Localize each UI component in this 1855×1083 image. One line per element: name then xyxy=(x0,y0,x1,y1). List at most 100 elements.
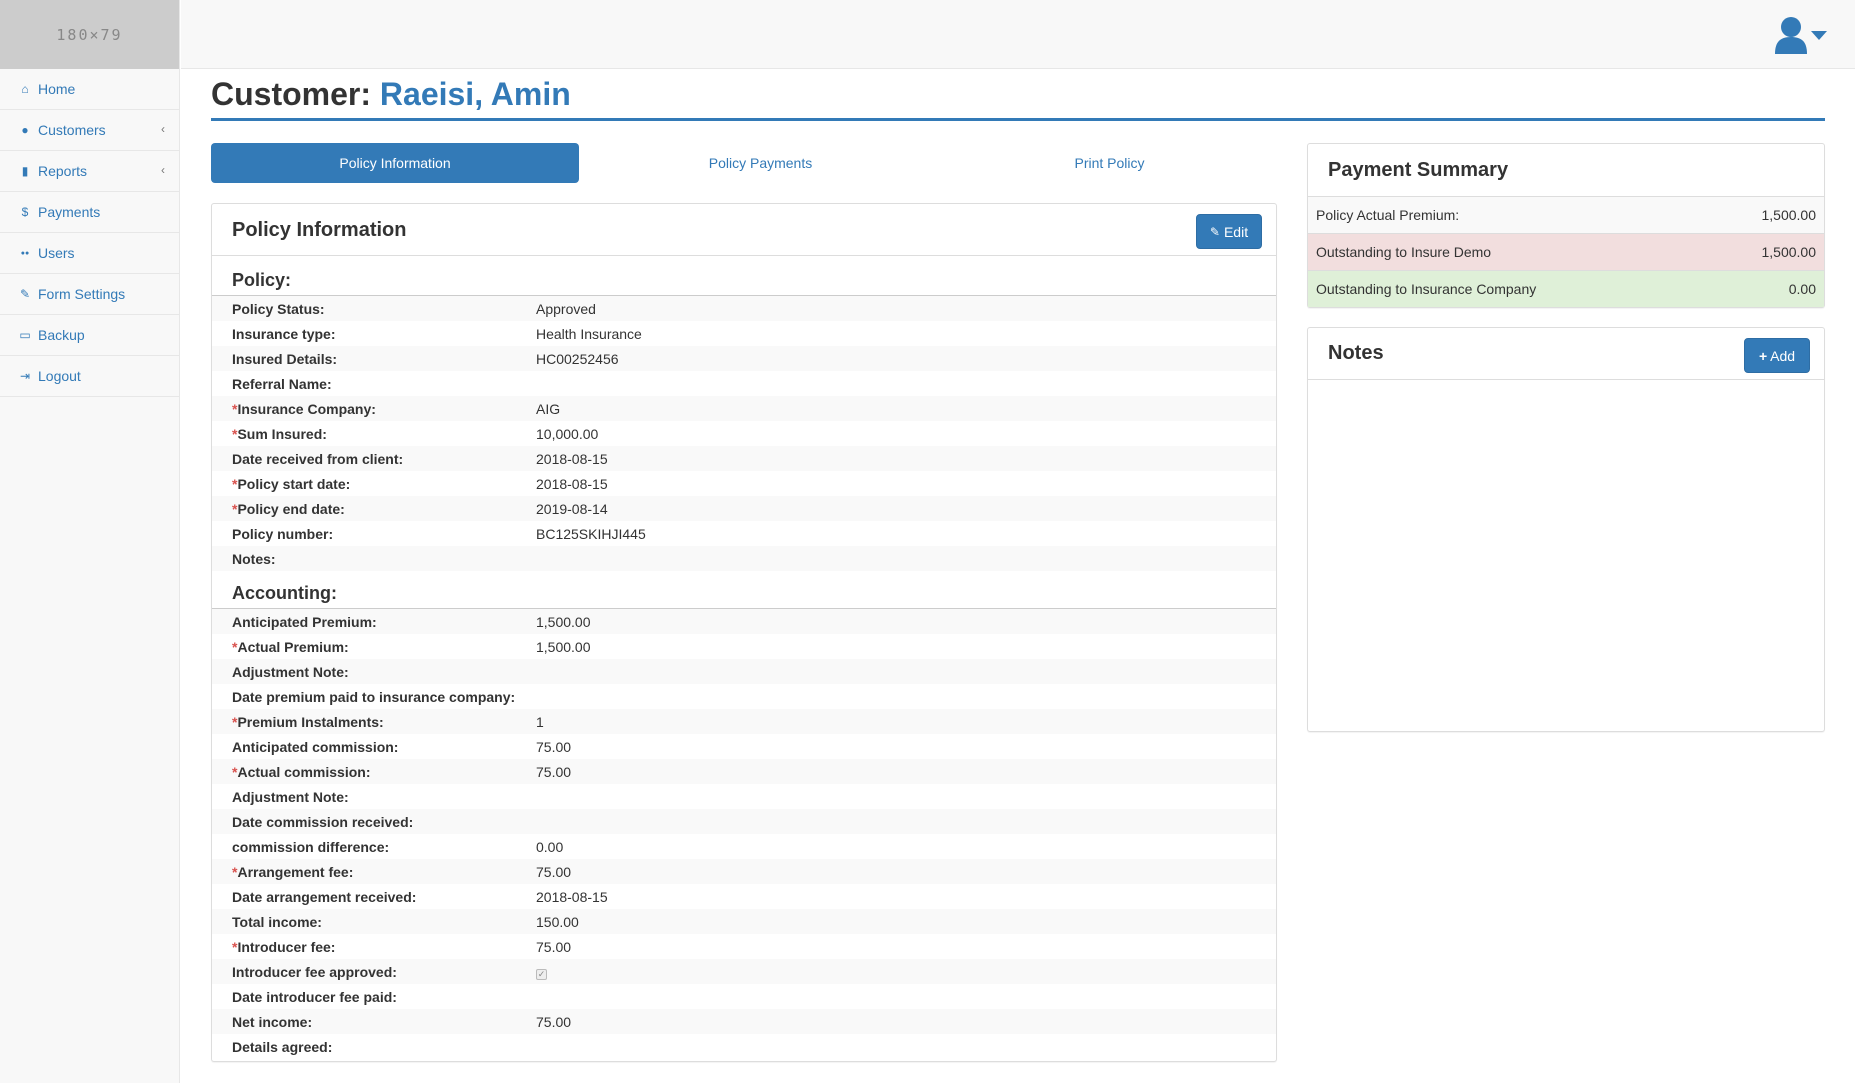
tab-policy-payments[interactable]: Policy Payments xyxy=(579,143,942,183)
user-menu-dropdown[interactable] xyxy=(1773,16,1827,54)
field-label-text: Date received from client: xyxy=(232,450,404,467)
hdd-icon: ▭ xyxy=(19,328,31,342)
field-value: 75.00 xyxy=(536,1013,572,1030)
field-label: *Actual commission: xyxy=(212,764,536,780)
field-value: ✓ xyxy=(536,964,547,980)
field-label-text: Total income: xyxy=(232,913,322,930)
field-label: *Policy start date: xyxy=(212,476,536,492)
table-row: Date received from client: 2018-08-15 xyxy=(212,446,1276,471)
sidebar-item-home[interactable]: ⌂ Home xyxy=(0,69,179,110)
policy-information-panel: Policy Information ✎ Edit Policy: Policy… xyxy=(211,203,1277,1062)
wrench-icon: ✎ xyxy=(19,287,31,301)
field-label-text: Notes: xyxy=(232,550,276,567)
field-label-text: Arrangement fee: xyxy=(237,863,354,880)
field-label-text: Date premium paid to insurance company: xyxy=(232,688,516,705)
policy-details-table: Policy Status: Approved Insurance type: Hea… xyxy=(212,296,1276,571)
field-label-text: Insurance type: xyxy=(232,325,336,342)
field-label: *Sum Insured: xyxy=(212,426,536,442)
field-label: Date received from client: xyxy=(212,451,536,467)
sidebar-item-reports[interactable]: ▮ Reports ‹ xyxy=(0,151,179,192)
tab-policy-information[interactable]: Policy Information xyxy=(211,143,579,183)
field-label: Notes: xyxy=(212,551,536,567)
sign-out-icon: ⇥ xyxy=(19,369,31,383)
checkbox: ✓ xyxy=(536,968,547,980)
field-label: Policy Status: xyxy=(212,301,536,317)
table-row: *Sum Insured: 10,000.00 xyxy=(212,421,1276,446)
field-label-text: Referral Name: xyxy=(232,375,332,392)
dollar-icon: $ xyxy=(21,205,29,219)
field-label: *Insurance Company: xyxy=(212,401,536,417)
chevron-left-icon: ‹ xyxy=(161,163,165,177)
table-row: Notes: xyxy=(212,546,1276,571)
field-label: *Policy end date: xyxy=(212,501,536,517)
panel-title: Notes xyxy=(1328,342,1384,364)
sidebar-item-payments[interactable]: $ Payments xyxy=(0,192,179,233)
table-row: Referral Name: xyxy=(212,371,1276,396)
field-value: 2019-08-14 xyxy=(536,500,608,517)
policy-tabs: Policy Information Policy Payments Print… xyxy=(211,143,1277,183)
table-row: *Policy start date: 2018-08-15 xyxy=(212,471,1276,496)
sidebar-item-label: Reports xyxy=(38,163,88,179)
payment-summary-panel: Payment Summary Policy Actual Premium: 1,… xyxy=(1307,143,1825,308)
logo-placeholder: 180×79 xyxy=(0,0,179,69)
user-icon xyxy=(1775,17,1807,54)
field-value: 2018-08-15 xyxy=(536,888,608,905)
field-label: Net income: xyxy=(212,1014,536,1030)
sidebar-item-label: Payments xyxy=(38,204,101,220)
field-label: *Introducer fee: xyxy=(212,939,536,955)
field-label: Anticipated commission: xyxy=(212,739,536,755)
sidebar-item-form-settings[interactable]: ✎ Form Settings xyxy=(0,274,179,315)
field-value: 75.00 xyxy=(536,763,572,780)
home-icon: ⌂ xyxy=(21,82,29,96)
tab-print-policy[interactable]: Print Policy xyxy=(942,143,1277,183)
field-label: *Arrangement fee: xyxy=(212,864,536,880)
sidebar-item-label: Customers xyxy=(38,122,106,138)
field-label: Date introducer fee paid: xyxy=(212,989,536,1005)
field-label-text: Premium Instalments: xyxy=(237,713,384,730)
field-label-text: Insured Details: xyxy=(232,350,338,367)
add-note-button[interactable]: + Add xyxy=(1744,338,1810,373)
field-label-text: Insurance Company: xyxy=(237,400,376,417)
table-row: Insured Details: HC00252456 xyxy=(212,346,1276,371)
field-value: 75.00 xyxy=(536,938,572,955)
panel-title: Payment Summary xyxy=(1328,159,1509,181)
table-row: Net income: 75.00 xyxy=(212,1009,1276,1034)
table-row: Total income: 150.00 xyxy=(212,909,1276,934)
table-row: Insurance type: Health Insurance xyxy=(212,321,1276,346)
field-value: 1,500.00 xyxy=(536,613,591,630)
field-value: 2018-08-15 xyxy=(536,450,608,467)
page-title-prefix: Customer: xyxy=(211,76,372,112)
summary-label: Outstanding to Insurance Company xyxy=(1316,281,1537,297)
table-row: *Insurance Company: AIG xyxy=(212,396,1276,421)
table-row: Policy number: BC125SKIHJI445 xyxy=(212,521,1276,546)
field-value: HC00252456 xyxy=(536,350,619,367)
field-label-text: Date arrangement received: xyxy=(232,888,417,905)
field-label: Date arrangement received: xyxy=(212,889,536,905)
field-label-text: Policy end date: xyxy=(237,500,345,517)
table-row: *Introducer fee: 75.00 xyxy=(212,934,1276,959)
field-label: Date commission received: xyxy=(212,814,536,830)
sidebar-item-label: Backup xyxy=(38,327,85,343)
sidebar-item-label: Users xyxy=(38,245,75,261)
table-row: Date arrangement received: 2018-08-15 xyxy=(212,884,1276,909)
field-label-text: Details agreed: xyxy=(232,1038,333,1055)
panel-header: Policy Information ✎ Edit xyxy=(212,204,1276,256)
field-label-text: Policy start date: xyxy=(237,475,351,492)
sidebar-item-logout[interactable]: ⇥ Logout xyxy=(0,356,179,397)
sidebar-item-backup[interactable]: ▭ Backup xyxy=(0,315,179,356)
field-value: 2018-08-15 xyxy=(536,475,608,492)
table-row: *Actual commission: 75.00 xyxy=(212,759,1276,784)
sidebar-item-users[interactable]: ●● Users xyxy=(0,233,179,274)
field-label: Adjustment Note: xyxy=(212,789,536,805)
field-label: commission difference: xyxy=(212,839,536,855)
table-row: *Actual Premium: 1,500.00 xyxy=(212,634,1276,659)
sidebar-item-customers[interactable]: ● Customers ‹ xyxy=(0,110,179,151)
table-row: Adjustment Note: xyxy=(212,784,1276,809)
user-icon: ● xyxy=(21,123,29,137)
summary-row: Outstanding to Insure Demo 1,500.00 xyxy=(1308,233,1824,270)
edit-button[interactable]: ✎ Edit xyxy=(1196,214,1262,249)
table-row: *Premium Instalments: 1 xyxy=(212,709,1276,734)
field-label: Anticipated Premium: xyxy=(212,614,536,630)
customer-name: Raeisi, Amin xyxy=(379,76,571,112)
notes-panel: Notes + Add xyxy=(1307,327,1825,732)
